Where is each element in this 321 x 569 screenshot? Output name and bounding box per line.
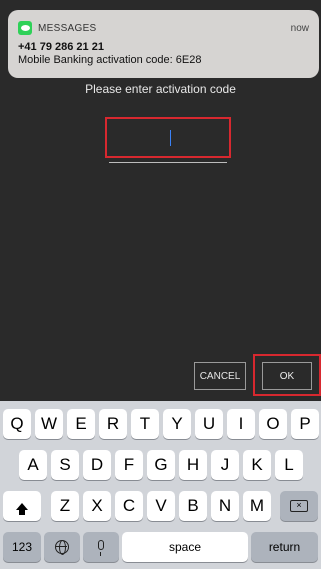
key-p[interactable]: P bbox=[291, 409, 319, 439]
key-y[interactable]: Y bbox=[163, 409, 191, 439]
key-b[interactable]: B bbox=[179, 491, 207, 521]
globe-key[interactable] bbox=[44, 532, 80, 562]
key-o[interactable]: O bbox=[259, 409, 287, 439]
dictation-key[interactable] bbox=[83, 532, 119, 562]
key-f[interactable]: F bbox=[115, 450, 143, 480]
backspace-icon: × bbox=[290, 500, 308, 512]
notification-sender: +41 79 286 21 21 bbox=[18, 41, 104, 53]
key-q[interactable]: Q bbox=[3, 409, 31, 439]
key-v[interactable]: V bbox=[147, 491, 175, 521]
key-g[interactable]: G bbox=[147, 450, 175, 480]
key-d[interactable]: D bbox=[83, 450, 111, 480]
shift-icon bbox=[16, 502, 28, 515]
key-e[interactable]: E bbox=[67, 409, 95, 439]
key-c[interactable]: C bbox=[115, 491, 143, 521]
shift-key[interactable] bbox=[3, 491, 41, 521]
space-key[interactable]: space bbox=[122, 532, 248, 562]
backspace-key[interactable]: × bbox=[280, 491, 318, 521]
key-x[interactable]: X bbox=[83, 491, 111, 521]
ok-button-highlight: OK bbox=[253, 354, 321, 396]
key-n[interactable]: N bbox=[211, 491, 239, 521]
input-underline bbox=[109, 162, 227, 163]
sms-notification-banner[interactable]: MESSAGES now +41 79 286 21 21 Mobile Ban… bbox=[8, 10, 319, 78]
key-t[interactable]: T bbox=[131, 409, 159, 439]
key-s[interactable]: S bbox=[51, 450, 79, 480]
messages-app-icon bbox=[18, 21, 32, 35]
microphone-icon bbox=[98, 540, 104, 556]
activation-code-highlight bbox=[105, 117, 231, 158]
key-h[interactable]: H bbox=[179, 450, 207, 480]
activation-code-prompt: Please enter activation code bbox=[85, 82, 236, 96]
return-key[interactable]: return bbox=[251, 532, 318, 562]
numbers-key[interactable]: 123 bbox=[3, 532, 41, 562]
ok-button[interactable]: OK bbox=[262, 362, 312, 390]
key-w[interactable]: W bbox=[35, 409, 63, 439]
onscreen-keyboard: Q W E R T Y U I O P A S D F G H J K L Z … bbox=[0, 401, 321, 569]
text-caret bbox=[170, 130, 171, 146]
key-i[interactable]: I bbox=[227, 409, 255, 439]
key-m[interactable]: M bbox=[243, 491, 271, 521]
key-z[interactable]: Z bbox=[51, 491, 79, 521]
key-j[interactable]: J bbox=[211, 450, 239, 480]
key-a[interactable]: A bbox=[19, 450, 47, 480]
key-l[interactable]: L bbox=[275, 450, 303, 480]
key-k[interactable]: K bbox=[243, 450, 271, 480]
notification-time: now bbox=[290, 22, 309, 34]
activation-code-input[interactable] bbox=[109, 121, 227, 154]
key-r[interactable]: R bbox=[99, 409, 127, 439]
globe-icon bbox=[55, 540, 69, 555]
cancel-button[interactable]: CANCEL bbox=[194, 362, 246, 390]
notification-app-name: MESSAGES bbox=[38, 22, 97, 34]
key-u[interactable]: U bbox=[195, 409, 223, 439]
notification-body: Mobile Banking activation code: 6E28 bbox=[18, 54, 202, 66]
